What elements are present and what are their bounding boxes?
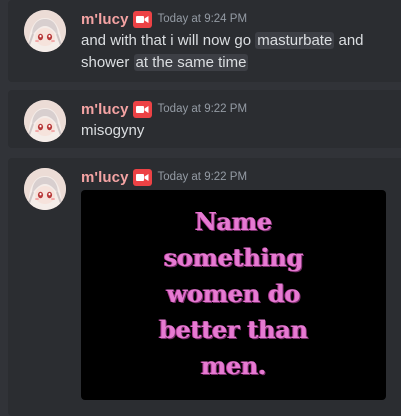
message-content: and with that i will now go masturbate a… <box>81 30 397 74</box>
image-text-line: men. <box>200 351 267 380</box>
username[interactable]: m'lucy <box>81 11 129 28</box>
spoiler-text[interactable]: at the same time <box>133 54 249 71</box>
image-text-line: women do <box>166 279 301 308</box>
timestamp[interactable]: Today at 9:22 PM <box>158 103 248 115</box>
message-text: misogyny <box>81 122 145 139</box>
message-header: m'lucy Today at 9:22 PM <box>81 166 247 188</box>
message[interactable]: m'lucy Today at 9:22 PM misogyny <box>8 90 401 148</box>
timestamp[interactable]: Today at 9:24 PM <box>158 13 248 25</box>
avatar[interactable] <box>24 168 66 210</box>
username[interactable]: m'lucy <box>81 169 129 186</box>
image-text-line: something <box>163 243 304 272</box>
video-camera-icon <box>132 168 152 186</box>
image-text-line: Name <box>195 207 272 236</box>
spoiler-text[interactable]: masturbate <box>255 32 335 49</box>
avatar[interactable] <box>24 100 66 142</box>
username[interactable]: m'lucy <box>81 101 129 118</box>
message-content: misogyny <box>81 120 397 142</box>
message-header: m'lucy Today at 9:22 PM <box>81 98 247 120</box>
image-caption: Name something women do better than men. <box>81 204 386 384</box>
image-text-line: better than <box>159 315 308 344</box>
message-header: m'lucy Today at 9:24 PM <box>81 8 247 30</box>
avatar[interactable] <box>24 10 66 52</box>
message[interactable]: m'lucy Today at 9:22 PM Name something w… <box>8 158 401 416</box>
image-attachment[interactable]: Name something women do better than men. <box>81 190 386 400</box>
timestamp[interactable]: Today at 9:22 PM <box>158 171 248 183</box>
message-text: and with that i will now go <box>81 32 256 49</box>
video-camera-icon <box>132 100 152 118</box>
message-feed: m'lucy Today at 9:24 PM and with that i … <box>0 0 401 416</box>
message[interactable]: m'lucy Today at 9:24 PM and with that i … <box>8 0 401 82</box>
video-camera-icon <box>132 10 152 28</box>
